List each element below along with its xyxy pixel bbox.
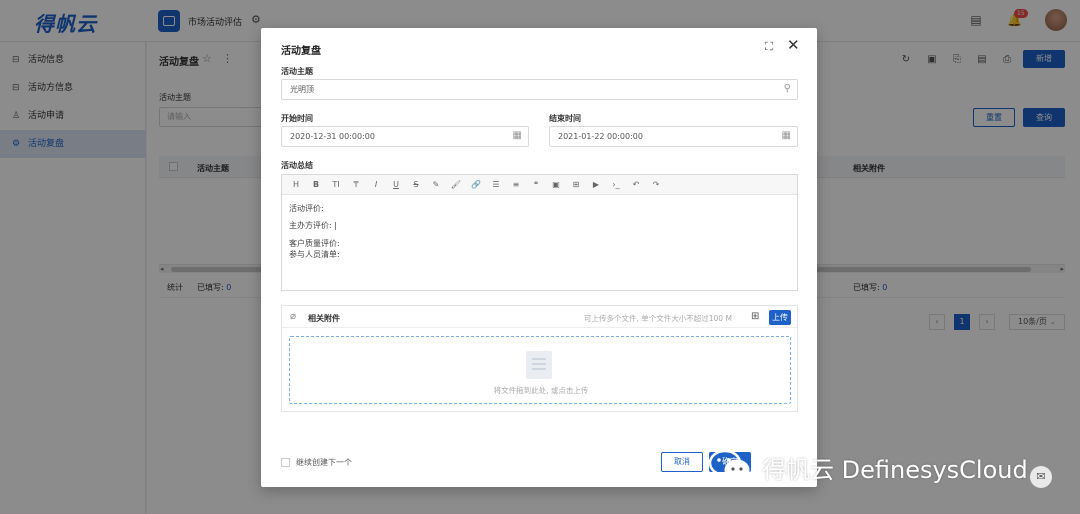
calendar-icon[interactable]: ▦ <box>782 130 791 142</box>
align-icon[interactable]: ≡ <box>510 179 522 191</box>
editor-line: 客户质量评价: <box>289 239 340 248</box>
close-icon[interactable]: ✕ <box>787 38 800 53</box>
redo-icon[interactable]: ↷ <box>650 179 662 191</box>
list-icon[interactable]: ☰ <box>490 179 502 191</box>
italic-button[interactable]: I <box>370 179 382 191</box>
start-time-label: 开始时间 <box>281 114 313 123</box>
attachment-title: 相关附件 <box>308 314 340 323</box>
wechat-icon <box>708 449 750 481</box>
font-color-icon[interactable]: ✎ <box>430 179 442 191</box>
chat-icon[interactable]: ✉ <box>1030 466 1052 488</box>
attachment-section: ⌀ 相关附件 可上传多个文件, 单个文件大小不超过100 M ⊞ 上传 将文件拖… <box>281 305 798 412</box>
image-icon[interactable]: ▣ <box>550 179 562 191</box>
modal-title: 活动复盘 <box>281 46 321 57</box>
dropzone-text: 将文件拖到此处, 或点击上传 <box>493 386 589 395</box>
attachment-header: ⌀ 相关附件 可上传多个文件, 单个文件大小不超过100 M ⊞ 上传 <box>282 306 797 328</box>
editor-toolbar: H B TI ₸ I U S ✎ 🖌 🔗 ☰ ≡ ❝ ▣ ⊞ ▶ ›_ ↶ ↷ <box>282 175 797 195</box>
video-icon[interactable]: ▶ <box>590 179 602 191</box>
calendar-icon[interactable]: ▦ <box>513 130 522 142</box>
font-family-button[interactable]: ₸ <box>350 179 362 191</box>
link-icon[interactable]: 🔗 <box>470 179 482 191</box>
strikethrough-button[interactable]: S <box>410 179 422 191</box>
file-dropzone[interactable]: 将文件拖到此处, 或点击上传 <box>289 336 791 404</box>
start-time-input[interactable]: 2020-12-31 00:00:00 ▦ <box>281 126 529 147</box>
editor-line: 主办方评价: | <box>289 221 337 230</box>
upload-button[interactable]: 上传 <box>769 310 791 325</box>
topic-label: 活动主题 <box>281 67 313 76</box>
cancel-button[interactable]: 取消 <box>661 452 703 472</box>
end-time-label: 结束时间 <box>549 114 581 123</box>
expand-icon[interactable]: ⛶ <box>765 40 773 54</box>
highlight-icon[interactable]: 🖌 <box>450 179 462 191</box>
search-icon[interactable]: ⚲ <box>784 83 791 95</box>
editor-line: 参与人员清单: <box>289 250 340 259</box>
grid-view-icon[interactable]: ⊞ <box>751 311 759 322</box>
editor-line: 活动评价: <box>289 204 324 213</box>
font-size-button[interactable]: TI <box>330 179 342 191</box>
bold-button[interactable]: B <box>310 179 322 191</box>
code-icon[interactable]: ›_ <box>610 179 622 191</box>
attachment-hint: 可上传多个文件, 单个文件大小不超过100 M <box>584 314 732 323</box>
watermark-text: 得帆云 DefinesysCloud <box>762 456 1028 484</box>
undo-icon[interactable]: ↶ <box>630 179 642 191</box>
table-icon[interactable]: ⊞ <box>570 179 582 191</box>
review-modal: 活动复盘 ⛶ ✕ 活动主题 光明顶 ⚲ 开始时间 2020-12-31 00:0… <box>261 28 817 487</box>
end-time-input[interactable]: 2021-01-22 00:00:00 ▦ <box>549 126 798 147</box>
summary-label: 活动总结 <box>281 161 313 170</box>
underline-button[interactable]: U <box>390 179 402 191</box>
topic-input[interactable]: 光明顶 ⚲ <box>281 79 798 100</box>
quote-icon[interactable]: ❝ <box>530 179 542 191</box>
file-icon <box>526 351 552 379</box>
heading-button[interactable]: H <box>290 179 302 191</box>
continue-create-checkbox[interactable]: 继续创建下一个 <box>281 457 352 468</box>
rich-text-editor[interactable]: H B TI ₸ I U S ✎ 🖌 🔗 ☰ ≡ ❝ ▣ ⊞ ▶ ›_ ↶ ↷ … <box>281 174 798 291</box>
paperclip-icon: ⌀ <box>290 311 297 322</box>
